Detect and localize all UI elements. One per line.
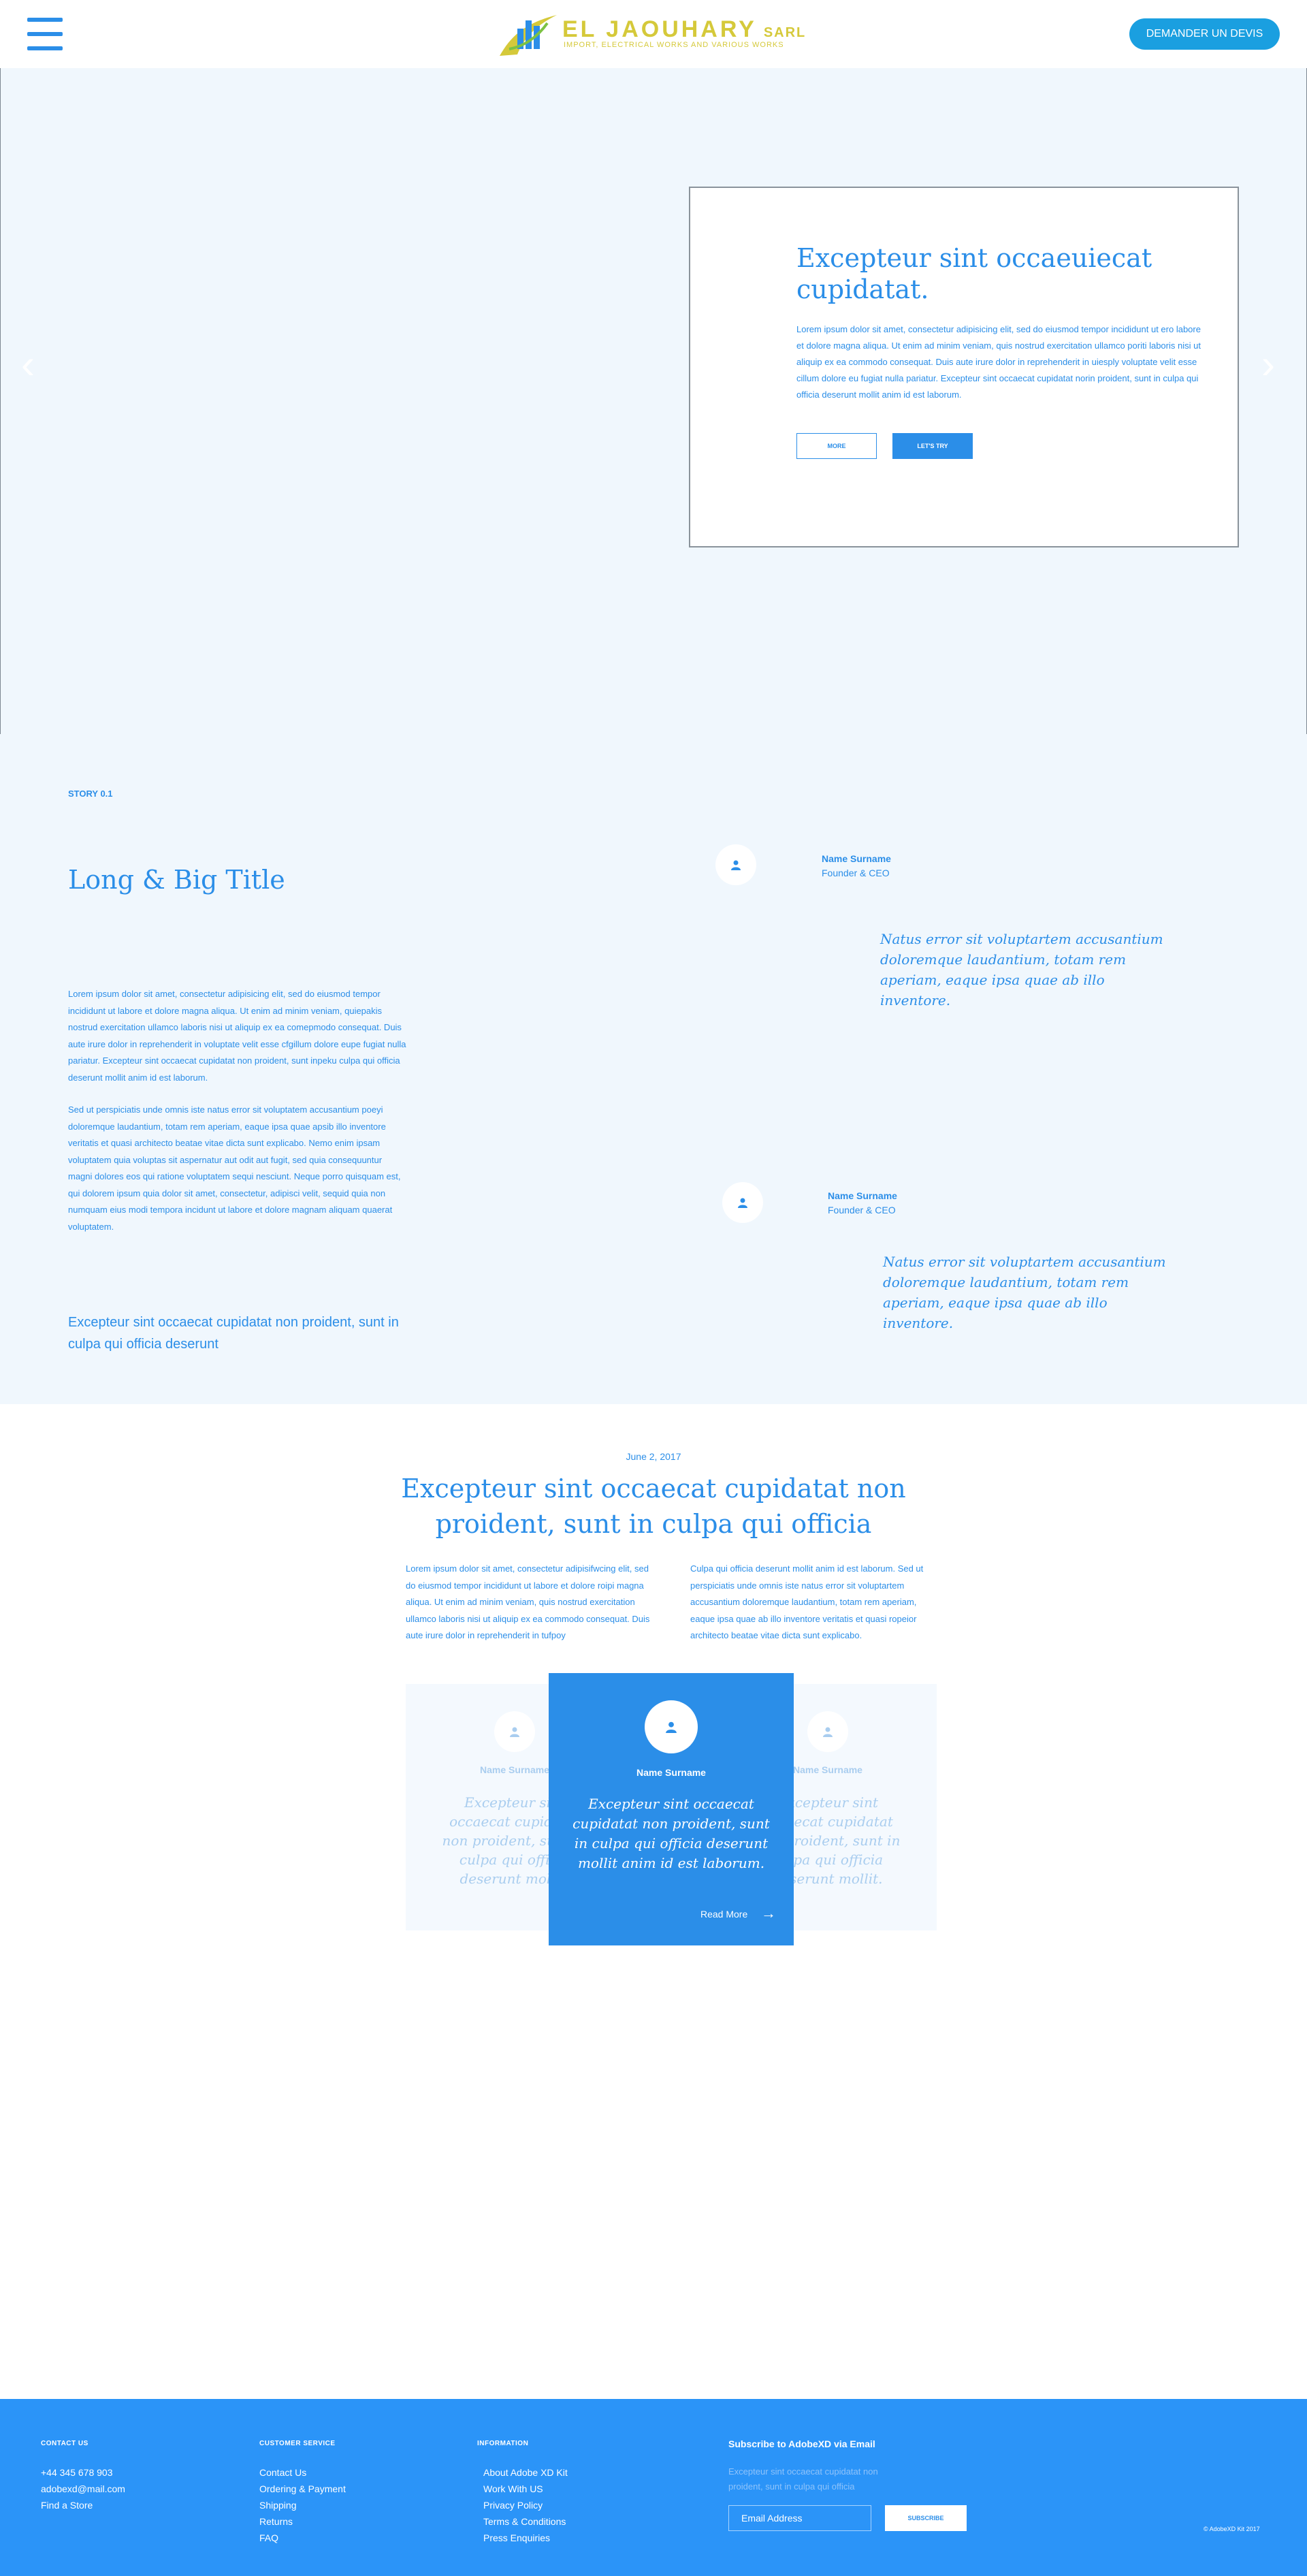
hero-body: Lorem ipsum dolor sit amet, consectetur … (796, 324, 1201, 400)
card-name: Name Surname (636, 1767, 706, 1778)
story-paragraph: Sed ut perspiciatis unde omnis iste natu… (68, 1104, 401, 1232)
hero-slider: ‹ › Excepteur sint occaeuiecat cupidatat… (0, 68, 1307, 735)
user-icon (823, 1727, 833, 1737)
footer-heading-information: INFORMATION (477, 2440, 529, 2447)
footer-link[interactable]: About Adobe XD Kit (483, 2464, 568, 2481)
footer-heading-contact: CONTACT US (41, 2440, 88, 2447)
footer-find-store[interactable]: Find a Store (41, 2497, 125, 2513)
footer-link[interactable]: Work With US (483, 2481, 568, 2497)
request-quote-button[interactable]: DEMANDER UN DEVIS (1129, 18, 1280, 50)
subscribe-button[interactable]: SUBSCRIBE (885, 2505, 967, 2531)
footer-link[interactable]: Contact Us (259, 2464, 346, 2481)
avatar (715, 844, 756, 885)
footer-link[interactable]: Returns (259, 2513, 346, 2530)
user-icon (510, 1727, 519, 1737)
logo[interactable]: EL JAOUHARY SARL IMPORT, ELECTRICAL WORKS… (497, 10, 817, 59)
article-column-left: Lorem ipsum dolor sit amet, consectetur … (406, 1563, 650, 1640)
read-more-link[interactable]: Read More (700, 1909, 747, 1920)
hero-card: Excepteur sint occaeuiecat cupidatat. Lo… (689, 187, 1239, 547)
story-title: Long & Big Title (68, 865, 285, 895)
footer-contact-list: +44 345 678 903 adobexd@mail.com Find a … (41, 2464, 125, 2513)
testimonial-name: Name Surname (828, 1190, 897, 1201)
article-date: June 2, 2017 (626, 1451, 681, 1462)
footer-email[interactable]: adobexd@mail.com (41, 2481, 125, 2497)
footer-customer-service-list: Contact Us Ordering & Payment Shipping R… (259, 2464, 346, 2546)
testimonial-card-active[interactable]: Name Surname Excepteur sint occaecat cup… (549, 1673, 794, 1945)
avatar (645, 1700, 698, 1753)
testimonial-quote: Natus error sit voluptartem accusantium … (880, 931, 1163, 1008)
subscribe-text: Excepteur sint occaecat cupidatat non pr… (728, 2466, 878, 2492)
card-quote: Excepteur sint occaecat cupidatat non pr… (572, 1796, 770, 1871)
site-header: EL JAOUHARY SARL IMPORT, ELECTRICAL WORKS… (0, 0, 1307, 69)
user-icon (666, 1721, 677, 1733)
footer-link[interactable]: Press Enquiries (483, 2530, 568, 2546)
footer-link[interactable]: Shipping (259, 2497, 346, 2513)
hero-title: Excepteur sint occaeuiecat cupidatat. (796, 243, 1152, 304)
story-section: STORY 0.1 Long & Big Title Lorem ipsum d… (0, 734, 1307, 1404)
footer-link[interactable]: Ordering & Payment (259, 2481, 346, 2497)
avatar (807, 1711, 848, 1752)
logo-tagline: IMPORT, ELECTRICAL WORKS AND VARIOUS WOR… (564, 41, 784, 49)
more-button[interactable]: MORE (796, 433, 877, 459)
avatar (722, 1182, 763, 1223)
logo-name: EL JAOUHARY SARL (562, 16, 807, 42)
testimonial-role: Founder & CEO (828, 1205, 896, 1215)
story-quote: Excepteur sint occaecat cupidatat non pr… (68, 1315, 399, 1352)
site-footer: CONTACT US +44 345 678 903 adobexd@mail.… (0, 2399, 1307, 2576)
story-paragraph: Lorem ipsum dolor sit amet, consectetur … (68, 989, 406, 1083)
testimonial-name: Name Surname (822, 853, 891, 864)
logo-emblem-icon (500, 15, 557, 56)
footer-phone[interactable]: +44 345 678 903 (41, 2464, 125, 2481)
user-icon (731, 860, 741, 870)
testimonial-role: Founder & CEO (822, 868, 890, 878)
email-field[interactable] (728, 2505, 871, 2531)
story-tag: STORY 0.1 (68, 789, 113, 799)
prev-slide-chevron-icon[interactable]: ‹ (21, 340, 35, 387)
copyright: © AdobeXD Kit 2017 (1204, 2526, 1260, 2532)
testimonial-quote: Natus error sit voluptartem accusantium … (883, 1254, 1166, 1331)
subscribe-heading: Subscribe to AdobeXD via Email (728, 2438, 875, 2449)
footer-link[interactable]: Privacy Policy (483, 2497, 568, 2513)
avatar (494, 1711, 535, 1752)
article-column-right: Culpa qui officia deserunt mollit anim i… (690, 1563, 924, 1640)
hamburger-menu-icon[interactable] (27, 18, 63, 50)
user-icon (738, 1198, 747, 1208)
arrow-right-icon[interactable]: → (761, 1905, 776, 1922)
footer-information-list: About Adobe XD Kit Work With US Privacy … (483, 2464, 568, 2546)
next-slide-chevron-icon[interactable]: › (1261, 340, 1275, 387)
footer-link[interactable]: FAQ (259, 2530, 346, 2546)
article-title: Excepteur sint occaecat cupidatat non pr… (401, 1474, 906, 1539)
footer-link[interactable]: Terms & Conditions (483, 2513, 568, 2530)
footer-heading-customer-service: CUSTOMER SERVICE (259, 2440, 336, 2447)
lets-try-button[interactable]: LET'S TRY (892, 433, 973, 459)
